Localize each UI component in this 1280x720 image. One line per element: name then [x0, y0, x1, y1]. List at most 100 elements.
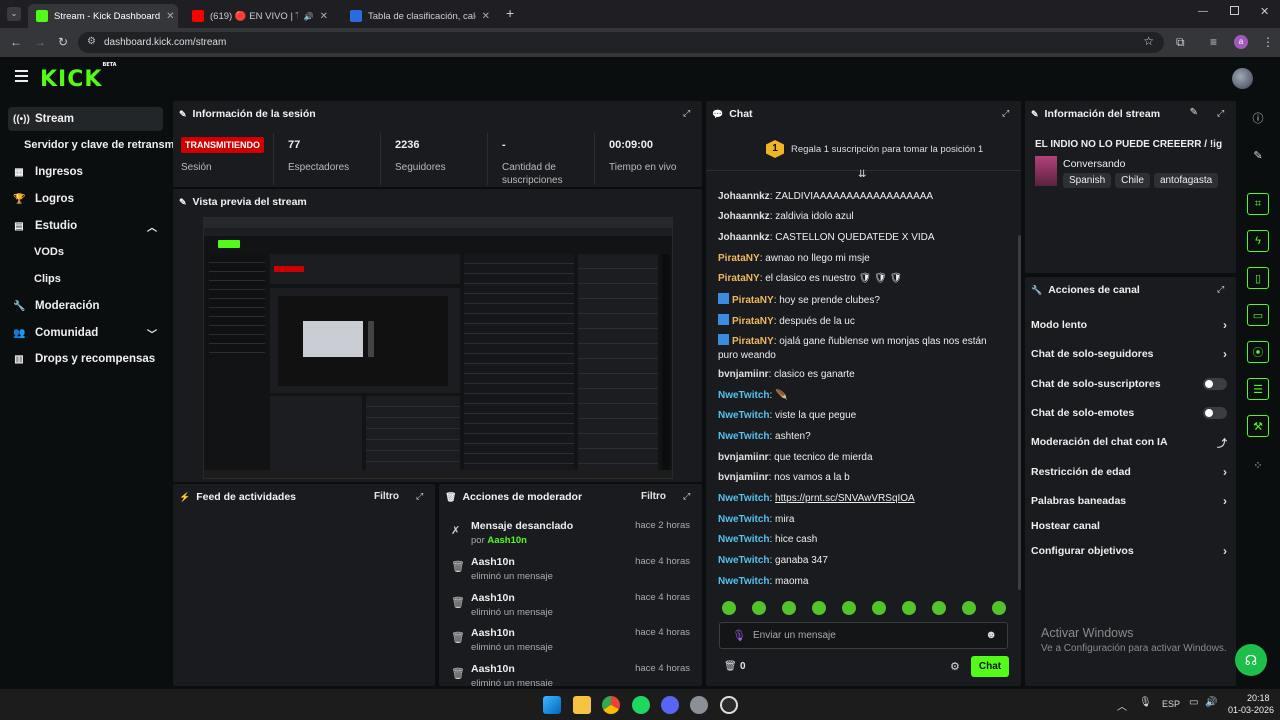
- windows-start-icon[interactable]: [543, 696, 561, 714]
- new-tab-button[interactable]: +: [506, 5, 514, 21]
- volume-icon[interactable]: 🔊: [1205, 697, 1217, 708]
- chat-message[interactable]: NweTwitch: viste la que pegue: [718, 409, 1008, 423]
- chat-username[interactable]: Johaannkz: [718, 191, 770, 202]
- chat-message[interactable]: NweTwitch: hice cash: [718, 533, 1008, 547]
- chat-username[interactable]: NweTwitch: [718, 390, 769, 401]
- tag[interactable]: Chile: [1115, 173, 1150, 188]
- chat-icon[interactable]: ▭: [1247, 304, 1269, 326]
- chat-message[interactable]: NweTwitch: https://prnt.sc/SNVAwVRSqIOA: [718, 492, 1008, 506]
- close-tab-icon[interactable]: ✕: [320, 11, 328, 22]
- chat-settings-icon[interactable]: ⚙: [950, 660, 960, 673]
- action-configurar-objetivos[interactable]: Configurar objetivos ›: [1031, 544, 1227, 561]
- chat-message[interactable]: PirataNY: awnao no llego mi msje: [718, 252, 1008, 266]
- category-name[interactable]: Conversando: [1063, 158, 1125, 170]
- chat-message[interactable]: PirataNY: después de la uc: [718, 314, 1008, 329]
- chat-username[interactable]: PirataNY: [718, 253, 760, 264]
- pencil-icon[interactable]: ✎: [1247, 144, 1269, 166]
- chat-username[interactable]: bvnjamiinr: [718, 472, 769, 483]
- chat-input[interactable]: 🎙 Enviar un mensaje ☻: [719, 622, 1008, 649]
- points-icon[interactable]: 🗑: [724, 661, 737, 672]
- chat-message[interactable]: NweTwitch: ashten?: [718, 430, 1008, 444]
- chat-message[interactable]: NweTwitch: ganaba 347: [718, 554, 1008, 568]
- chat-message[interactable]: PirataNY: hoy se prende clubes?: [718, 293, 1008, 308]
- mod-action-row[interactable]: 🗑 Aash10n eliminó un mensaje hace 4 hora…: [439, 592, 702, 626]
- popout-icon[interactable]: ⤢: [1002, 108, 1013, 119]
- filter-button[interactable]: Filtro: [641, 491, 666, 502]
- chat-username[interactable]: PirataNY: [732, 316, 774, 327]
- mod-action-row[interactable]: 🗑 Aash10n eliminó un mensaje hace 4 hora…: [439, 627, 702, 661]
- chevron-down-icon[interactable]: ﹀: [147, 326, 157, 341]
- support-chat-button[interactable]: ☊: [1235, 644, 1267, 676]
- url-field[interactable]: ⚙ dashboard.kick.com/stream ☆: [78, 32, 1164, 53]
- info-icon[interactable]: ⓘ: [1247, 107, 1269, 129]
- chat-message[interactable]: PirataNY: ojalá gane ñublense wn monjas …: [718, 334, 1008, 363]
- layout-icon[interactable]: ☰: [1247, 378, 1269, 400]
- toggle-switch[interactable]: [1203, 407, 1227, 419]
- site-info-icon[interactable]: ⚙: [87, 36, 96, 47]
- chat-link[interactable]: https://prnt.sc/SNVAwVRSqIOA: [775, 493, 915, 504]
- chat-scrollbar[interactable]: [1018, 235, 1021, 590]
- action-hostear-canal[interactable]: Hostear canal: [1031, 520, 1227, 536]
- emote-icon[interactable]: [962, 601, 976, 615]
- popout-icon[interactable]: ⤢: [683, 108, 694, 119]
- chat-message[interactable]: PirataNY: el clasico es nuestro 🛡 🛡 🛡: [718, 272, 1008, 286]
- tray-mic-icon[interactable]: 🎙: [1139, 697, 1152, 708]
- clock-time[interactable]: 20:18: [1247, 693, 1270, 703]
- sidebar-item-stream[interactable]: ((•)) Stream: [8, 107, 163, 131]
- microphone-icon[interactable]: 🎙: [732, 629, 746, 642]
- chat-username[interactable]: NweTwitch: [718, 514, 769, 525]
- chat-message[interactable]: NweTwitch: mira: [718, 513, 1008, 527]
- gift-sub-banner[interactable]: 1 Regala 1 suscripción para tomar la pos…: [706, 131, 1021, 171]
- hamburger-menu-icon[interactable]: [15, 70, 28, 82]
- restore-button[interactable]: [1230, 6, 1239, 15]
- close-window-button[interactable]: ✕: [1260, 5, 1269, 18]
- chat-message[interactable]: bvnjamiinr: nos vamos a la b: [718, 471, 1008, 485]
- forward-icon[interactable]: →: [34, 35, 46, 49]
- chrome-icon[interactable]: [602, 696, 620, 714]
- sidebar-item-servidor[interactable]: Servidor y clave de retransm: [24, 139, 174, 151]
- tag[interactable]: antofagasta: [1153, 173, 1219, 188]
- close-tab-icon[interactable]: ✕: [166, 11, 174, 22]
- tab-list-button[interactable]: ⌄: [7, 7, 21, 21]
- network-icon[interactable]: ▭: [1189, 697, 1198, 708]
- chat-message[interactable]: Johaannkz: zaldivia idolo azul: [718, 210, 1008, 224]
- emote-icon[interactable]: [932, 601, 946, 615]
- chat-username[interactable]: bvnjamiinr: [718, 452, 769, 463]
- chat-message[interactable]: Johaannkz: CASTELLON QUEDATEDE X VIDA: [718, 231, 1008, 245]
- emote-icon[interactable]: [992, 601, 1006, 615]
- chat-message[interactable]: bvnjamiinr: que tecnico de mierda: [718, 451, 1008, 465]
- emote-icon[interactable]: [902, 601, 916, 615]
- chat-username[interactable]: bvnjamiinr: [718, 369, 769, 380]
- toggle-switch[interactable]: [1203, 378, 1227, 390]
- sidebar-item-moderacion[interactable]: 🔧 Moderación: [8, 294, 163, 318]
- mod-action-row[interactable]: 🗑 Aash10n eliminó un mensaje hace 4 hora…: [439, 556, 702, 590]
- chat-username[interactable]: NweTwitch: [718, 534, 769, 545]
- media-control-icon[interactable]: ≡: [1210, 35, 1217, 49]
- emote-icon[interactable]: [872, 601, 886, 615]
- popout-icon[interactable]: ⤢: [1217, 108, 1228, 119]
- detail-user[interactable]: Aash10n: [487, 535, 527, 546]
- file-explorer-icon[interactable]: [573, 696, 591, 714]
- sidebar-item-ingresos[interactable]: ▦ Ingresos: [8, 160, 163, 184]
- action-palabras-baneadas[interactable]: Palabras baneadas ›: [1031, 494, 1227, 511]
- action-moderacion-ia[interactable]: Moderación del chat con IA ⤴: [1031, 436, 1227, 452]
- language-indicator[interactable]: ESP: [1162, 699, 1180, 709]
- kick-logo[interactable]: KICKBETA: [40, 62, 117, 92]
- mod-action-row[interactable]: ✗ Mensaje desanclado por Aash10n hace 2 …: [439, 520, 702, 554]
- stream-preview-video[interactable]: [203, 217, 673, 479]
- chat-message[interactable]: NweTwitch: 🪶: [718, 389, 1008, 403]
- reload-icon[interactable]: ↻: [58, 35, 68, 49]
- chat-username[interactable]: NweTwitch: [718, 576, 769, 587]
- browser-menu-icon[interactable]: ⋮: [1262, 35, 1274, 49]
- bookmark-star-icon[interactable]: ☆: [1143, 34, 1154, 48]
- emote-icon[interactable]: [812, 601, 826, 615]
- sidebar-item-logros[interactable]: 🏆 Logros: [8, 187, 163, 211]
- emote-icon[interactable]: [722, 601, 736, 615]
- user-avatar[interactable]: [1232, 68, 1253, 89]
- minimize-button[interactable]: —: [1198, 6, 1208, 17]
- tab-kick-dashboard[interactable]: Stream - Kick Dashboard ✕: [28, 4, 178, 28]
- edit-icon[interactable]: ✎: [1190, 107, 1198, 118]
- sidebar-item-comunidad[interactable]: 👥 Comunidad ﹀: [8, 321, 163, 345]
- chat-username[interactable]: Johaannkz: [718, 211, 770, 222]
- filter-button[interactable]: Filtro: [374, 491, 399, 502]
